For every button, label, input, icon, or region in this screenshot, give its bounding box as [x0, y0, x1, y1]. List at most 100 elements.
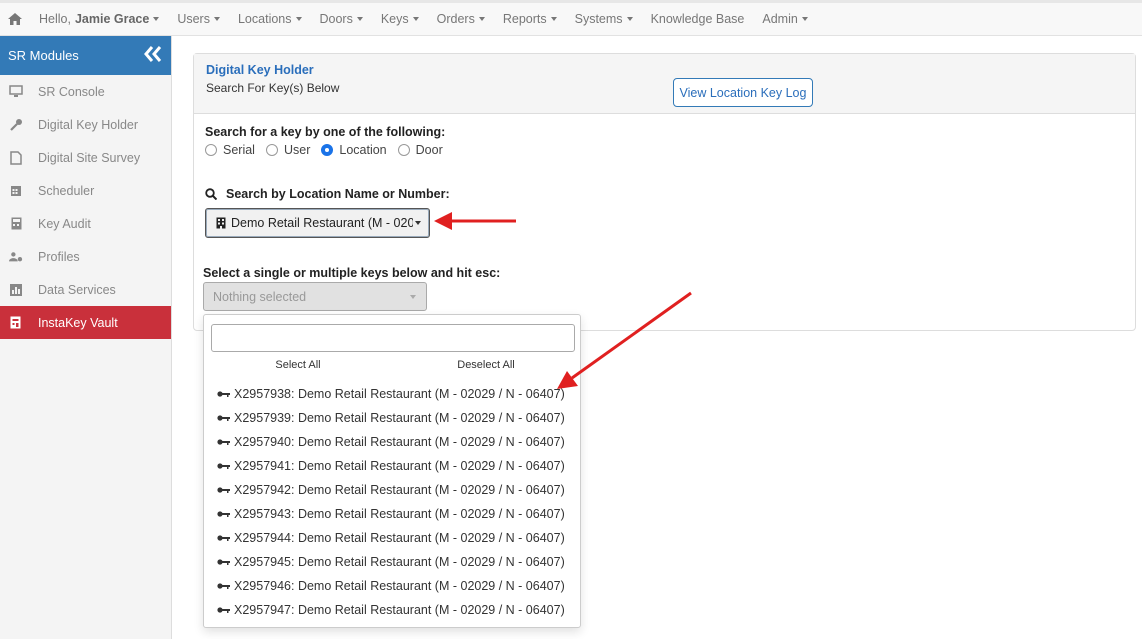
sidebar-item-label: InstaKey Vault	[38, 315, 118, 330]
sidebar-item-profiles[interactable]: Profiles	[0, 240, 171, 273]
radio-label: Door	[415, 143, 443, 157]
radio-button[interactable]	[265, 144, 278, 156]
radio-location[interactable]: Location	[321, 143, 387, 157]
key-icon	[217, 486, 230, 494]
keys-multiselect[interactable]: Nothing selected	[203, 282, 427, 311]
location-search-label: Search by Location Name or Number:	[226, 187, 450, 201]
sidebar-item-scheduler[interactable]: Scheduler	[0, 174, 171, 207]
sidebar-item-digital-site-survey[interactable]: Digital Site Survey	[0, 141, 171, 174]
nav-orders[interactable]: Orders	[428, 3, 494, 35]
key-option-label: X2957938: Demo Retail Restaurant (M - 02…	[234, 387, 565, 401]
keys-dropdown-menu: Select All Deselect All X2957938: Demo R…	[203, 314, 581, 628]
sidebar-item-label: Digital Key Holder	[38, 117, 139, 132]
key-option[interactable]: X2957938: Demo Retail Restaurant (M - 02…	[204, 382, 580, 406]
key-icon	[217, 414, 230, 422]
chevron-down-icon	[213, 17, 220, 21]
sidebar-item-key-audit[interactable]: Key Audit	[0, 207, 171, 240]
panel-title: Digital Key Holder	[206, 63, 314, 77]
nav-reports[interactable]: Reports	[494, 3, 566, 35]
building-icon	[216, 217, 226, 229]
sidebar-item-data-services[interactable]: Data Services	[0, 273, 171, 306]
key-option-label: X2957946: Demo Retail Restaurant (M - 02…	[234, 579, 565, 593]
radio-label: User	[283, 143, 311, 157]
keys-option-list: X2957938: Demo Retail Restaurant (M - 02…	[204, 382, 580, 622]
key-option[interactable]: X2957942: Demo Retail Restaurant (M - 02…	[204, 478, 580, 502]
key-option[interactable]: X2957946: Demo Retail Restaurant (M - 02…	[204, 574, 580, 598]
key-icon	[217, 462, 230, 470]
view-location-key-log-button[interactable]: View Location Key Log	[673, 78, 813, 107]
key-option[interactable]: X2957943: Demo Retail Restaurant (M - 02…	[204, 502, 580, 526]
keys-select-placeholder: Nothing selected	[213, 289, 307, 304]
user-menu[interactable]: Hello, Jamie Grace	[30, 3, 168, 35]
sidebar-item-sr-console[interactable]: SR Console	[0, 75, 171, 108]
nav-knowledge-base-label: Knowledge Base	[650, 12, 745, 26]
chevron-down-icon	[153, 17, 160, 21]
file-icon	[9, 150, 23, 165]
key-option[interactable]: X2957940: Demo Retail Restaurant (M - 02…	[204, 430, 580, 454]
key-icon	[217, 582, 230, 590]
radio-label: Serial	[223, 143, 255, 157]
search-by-prompt: Search for a key by one of the following…	[205, 125, 446, 139]
nav-knowledge-base[interactable]: Knowledge Base	[642, 3, 754, 35]
sidebar-item-label: Scheduler	[38, 183, 95, 198]
location-select[interactable]: Demo Retail Restaurant (M - 0202	[205, 208, 430, 238]
key-option-label: X2957947: Demo Retail Restaurant (M - 02…	[234, 603, 565, 617]
radio-serial[interactable]: Serial	[205, 143, 255, 157]
calendar-icon	[9, 184, 23, 198]
sidebar-header: SR Modules	[0, 36, 171, 75]
sidebar: SR Modules SR Console Digital Key Holder…	[0, 36, 172, 639]
nav-users[interactable]: Users	[168, 3, 229, 35]
key-icon	[217, 534, 230, 542]
radio-user[interactable]: User	[265, 143, 311, 157]
radio-door[interactable]: Door	[397, 143, 443, 157]
key-option[interactable]: X2957941: Demo Retail Restaurant (M - 02…	[204, 454, 580, 478]
key-option[interactable]: X2957947: Demo Retail Restaurant (M - 02…	[204, 598, 580, 622]
sidebar-item-instakey-vault[interactable]: InstaKey Vault	[0, 306, 171, 339]
radio-button[interactable]	[397, 144, 410, 156]
key-option[interactable]: X2957945: Demo Retail Restaurant (M - 02…	[204, 550, 580, 574]
nav-systems-label: Systems	[574, 12, 623, 26]
key-option-label: X2957945: Demo Retail Restaurant (M - 02…	[234, 555, 565, 569]
deselect-all-button[interactable]: Deselect All	[392, 359, 580, 376]
nav-keys[interactable]: Keys	[372, 3, 428, 35]
key-option-label: X2957943: Demo Retail Restaurant (M - 02…	[234, 507, 565, 521]
chevron-down-icon	[478, 17, 485, 21]
key-icon	[9, 118, 23, 132]
key-option-label: X2957944: Demo Retail Restaurant (M - 02…	[234, 531, 565, 545]
chevron-down-icon	[410, 295, 416, 299]
key-icon	[217, 438, 230, 446]
nav-admin-label: Admin	[762, 12, 798, 26]
keys-search-input[interactable]	[211, 324, 575, 352]
nav-doors[interactable]: Doors	[311, 3, 372, 35]
collapse-sidebar-icon[interactable]	[143, 46, 163, 65]
chevron-down-icon	[801, 17, 808, 21]
users-cog-icon	[9, 250, 23, 264]
key-option[interactable]: X2957944: Demo Retail Restaurant (M - 02…	[204, 526, 580, 550]
nav-systems[interactable]: Systems	[566, 3, 642, 35]
nav-users-label: Users	[177, 12, 210, 26]
home-icon[interactable]	[0, 3, 30, 35]
select-actions: Select All Deselect All	[204, 359, 580, 376]
nav-reports-label: Reports	[502, 12, 547, 26]
search-icon	[205, 188, 217, 200]
sidebar-item-digital-key-holder[interactable]: Digital Key Holder	[0, 108, 171, 141]
sidebar-item-label: Digital Site Survey	[38, 150, 141, 165]
keys-select-label: Select a single or multiple keys below a…	[203, 266, 501, 280]
radio-button[interactable]	[205, 144, 217, 156]
user-name: Jamie Grace	[74, 12, 150, 26]
sidebar-title: SR Modules	[8, 48, 79, 63]
chevron-down-icon	[295, 17, 302, 21]
key-option[interactable]: X2957939: Demo Retail Restaurant (M - 02…	[204, 406, 580, 430]
key-icon	[217, 606, 230, 614]
select-all-button[interactable]: Select All	[204, 359, 392, 376]
key-option-label: X2957940: Demo Retail Restaurant (M - 02…	[234, 435, 565, 449]
nav-admin[interactable]: Admin	[753, 3, 816, 35]
nav-locations[interactable]: Locations	[229, 3, 311, 35]
monitor-icon	[9, 85, 23, 99]
radio-button[interactable]	[321, 144, 334, 156]
panel-header: Digital Key Holder Search For Key(s) Bel…	[194, 54, 1135, 114]
nav-keys-label: Keys	[380, 12, 409, 26]
top-navbar: Hello, Jamie Grace Users Locations Doors…	[0, 0, 1142, 36]
vault-icon	[9, 316, 23, 330]
sidebar-item-label: Key Audit	[38, 216, 91, 231]
